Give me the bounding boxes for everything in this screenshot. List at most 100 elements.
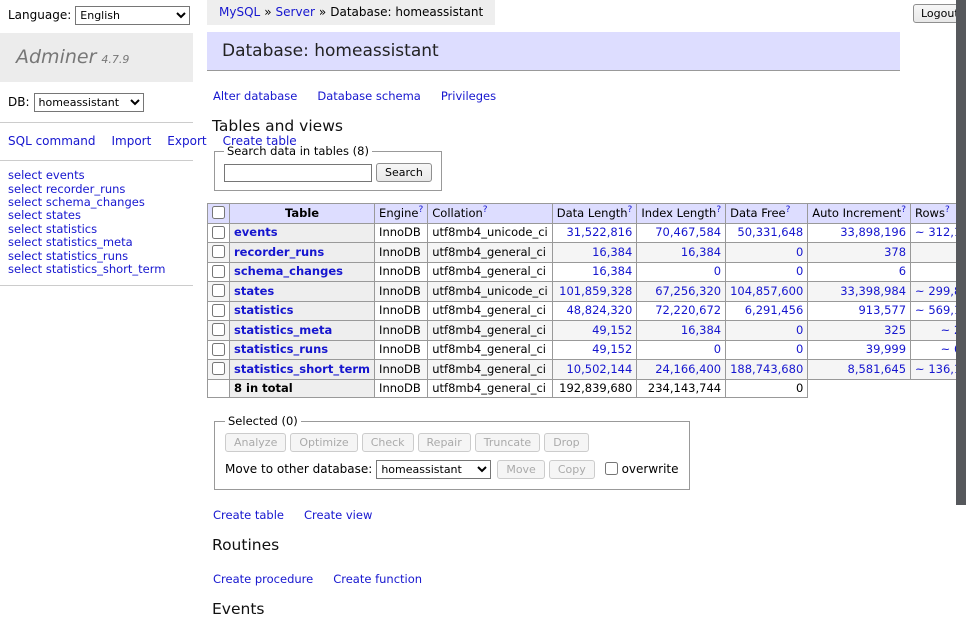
index-length-link[interactable]: 16,384 [681, 323, 721, 337]
index-length-link[interactable]: 0 [714, 264, 721, 278]
sidebar-select-statistics[interactable]: select statistics [8, 222, 97, 236]
sidebar-select-recorder-runs[interactable]: select recorder_runs [8, 182, 125, 196]
move-button[interactable]: Move [497, 460, 545, 479]
overwrite-option: overwrite [605, 462, 679, 476]
auto-increment-link[interactable]: 33,398,984 [840, 284, 906, 298]
language-select[interactable]: English [75, 6, 190, 25]
table-name-link[interactable]: states [234, 284, 274, 298]
help-link[interactable]: ? [483, 205, 488, 215]
help-link[interactable]: ? [786, 205, 791, 215]
table-name-link[interactable]: recorder_runs [234, 245, 324, 259]
create-procedure-link[interactable]: Create procedure [213, 572, 313, 586]
table-name-link[interactable]: statistics_meta [234, 323, 332, 337]
create-table-link[interactable]: Create table [213, 508, 284, 522]
table-name-link[interactable]: events [234, 225, 278, 239]
data-free-link[interactable]: 188,743,680 [730, 362, 803, 376]
privileges-link[interactable]: Privileges [441, 89, 496, 103]
data-length-link[interactable]: 101,859,328 [559, 284, 632, 298]
auto-increment-link[interactable]: 8,581,645 [848, 362, 907, 376]
optimize-button[interactable]: Optimize [290, 433, 357, 452]
move-database-select[interactable]: homeassistant [376, 460, 491, 479]
index-length-link[interactable]: 0 [714, 342, 721, 356]
data-length-link[interactable]: 49,152 [592, 342, 632, 356]
data-free-link[interactable]: 0 [796, 264, 803, 278]
column-header-table: Table [230, 204, 375, 224]
row-checkbox[interactable] [212, 226, 225, 239]
table-name-link[interactable]: statistics_short_term [234, 362, 370, 376]
alter-database-link[interactable]: Alter database [213, 89, 297, 103]
import-link[interactable]: Import [111, 134, 151, 148]
data-length-link[interactable]: 48,824,320 [566, 303, 632, 317]
truncate-button[interactable]: Truncate [475, 433, 540, 452]
adminer-logo-link[interactable]: Adminer [16, 46, 96, 68]
index-length-link[interactable]: 24,166,400 [655, 362, 721, 376]
data-length-link[interactable]: 16,384 [592, 245, 632, 259]
row-checkbox[interactable] [212, 343, 225, 356]
tables-overview: Table Engine? Collation? Data Length? In… [207, 203, 966, 398]
data-free-link[interactable]: 0 [796, 342, 803, 356]
drop-button[interactable]: Drop [544, 433, 588, 452]
sql-command-link[interactable]: SQL command [8, 134, 95, 148]
sidebar-select-statistics-short-term[interactable]: select statistics_short_term [8, 262, 165, 276]
analyze-button[interactable]: Analyze [225, 433, 286, 452]
list-item: select statistics_runs [8, 250, 185, 263]
row-checkbox[interactable] [212, 304, 225, 317]
database-schema-link[interactable]: Database schema [317, 89, 420, 103]
search-input[interactable] [224, 164, 372, 182]
auto-increment-link[interactable]: 33,898,196 [840, 225, 906, 239]
window-scrollbar[interactable] [956, 0, 966, 543]
help-link[interactable]: ? [418, 205, 423, 215]
overwrite-checkbox[interactable] [605, 462, 618, 475]
row-checkbox[interactable] [212, 362, 225, 375]
row-checkbox[interactable] [212, 284, 225, 297]
data-free-link[interactable]: 0 [796, 245, 803, 259]
create-view-link[interactable]: Create view [304, 508, 372, 522]
index-length-link[interactable]: 70,467,584 [655, 225, 721, 239]
row-checkbox[interactable] [212, 245, 225, 258]
page-title: Database: homeassistant [207, 32, 900, 71]
index-length-link[interactable]: 16,384 [681, 245, 721, 259]
check-button[interactable]: Check [362, 433, 414, 452]
sidebar-select-statistics-runs[interactable]: select statistics_runs [8, 249, 128, 263]
app-version[interactable]: 4.7.9 [101, 53, 129, 66]
copy-button[interactable]: Copy [549, 460, 595, 479]
auto-increment-link[interactable]: 325 [884, 323, 906, 337]
header-checkbox-cell [208, 204, 230, 224]
data-length-link[interactable]: 16,384 [592, 264, 632, 278]
db-select[interactable]: homeassistant [34, 93, 144, 112]
scrollbar-thumb[interactable] [956, 0, 966, 505]
help-link[interactable]: ? [628, 205, 633, 215]
row-checkbox[interactable] [212, 323, 225, 336]
repair-button[interactable]: Repair [418, 433, 471, 452]
auto-increment-link[interactable]: 39,999 [866, 342, 906, 356]
data-length-link[interactable]: 10,502,144 [566, 362, 632, 376]
breadcrumb-server-link[interactable]: Server [276, 5, 315, 19]
select-all-checkbox[interactable] [212, 206, 225, 219]
help-link[interactable]: ? [945, 205, 950, 215]
data-free-link[interactable]: 6,291,456 [745, 303, 804, 317]
auto-increment-link[interactable]: 378 [884, 245, 906, 259]
sidebar-select-states[interactable]: select states [8, 208, 81, 222]
row-checkbox[interactable] [212, 265, 225, 278]
help-link[interactable]: ? [901, 205, 906, 215]
sidebar-select-schema-changes[interactable]: select schema_changes [8, 195, 145, 209]
data-free-link[interactable]: 0 [796, 323, 803, 337]
create-function-link[interactable]: Create function [333, 572, 422, 586]
auto-increment-link[interactable]: 913,577 [858, 303, 906, 317]
help-link[interactable]: ? [716, 205, 721, 215]
sidebar-select-statistics-meta[interactable]: select statistics_meta [8, 235, 133, 249]
index-length-link[interactable]: 67,256,320 [655, 284, 721, 298]
data-free-link[interactable]: 104,857,600 [730, 284, 803, 298]
auto-increment-link[interactable]: 6 [899, 264, 906, 278]
sidebar-select-events[interactable]: select events [8, 168, 85, 182]
breadcrumb-mysql-link[interactable]: MySQL [219, 5, 260, 19]
table-name-link[interactable]: schema_changes [234, 264, 343, 278]
data-length-link[interactable]: 49,152 [592, 323, 632, 337]
data-free-link[interactable]: 50,331,648 [737, 225, 803, 239]
table-name-link[interactable]: statistics [234, 303, 294, 317]
export-link[interactable]: Export [167, 134, 206, 148]
search-button[interactable]: Search [376, 163, 432, 182]
data-length-link[interactable]: 31,522,816 [566, 225, 632, 239]
table-name-link[interactable]: statistics_runs [234, 342, 328, 356]
index-length-link[interactable]: 72,220,672 [655, 303, 721, 317]
